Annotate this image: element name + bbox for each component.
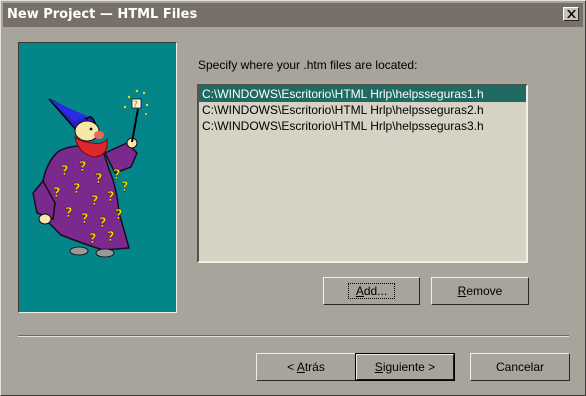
footer-separator [18,335,569,337]
svg-text:?: ? [107,230,115,245]
next-button-label: Siguiente > [374,360,436,374]
svg-text:?: ? [91,194,99,209]
svg-text:?: ? [113,168,121,183]
svg-text:?: ? [79,160,87,175]
close-icon [567,10,576,18]
wizard-illustration: ? ? ? ? ? ? ? ? ? ? ? ? ? ? ? ? [18,42,177,313]
svg-text:?: ? [121,180,129,195]
list-item[interactable]: C:\WINDOWS\Escritorio\HTML Hrlp\helpsseg… [199,86,526,102]
add-button-label: Add... [347,283,396,299]
html-files-list[interactable]: C:\WINDOWS\Escritorio\HTML Hrlp\helpsseg… [197,84,528,263]
svg-text:?: ? [61,164,69,179]
wizard-icon: ? ? ? ? ? ? ? ? ? ? ? ? ? ? ? ? [32,89,149,258]
cancel-button[interactable]: Cancelar [470,353,570,381]
svg-text:?: ? [99,216,107,231]
location-prompt: Specify where your .htm files are locate… [198,58,418,72]
svg-text:?: ? [73,182,81,197]
add-button[interactable]: Add... [323,277,420,305]
title-bar[interactable]: New Project — HTML Files [3,3,583,27]
svg-text:?: ? [133,100,138,110]
dialog-window: New Project — HTML Files ? ? ? ? ? ? ? ?… [0,0,586,396]
svg-text:?: ? [53,186,61,201]
svg-text:?: ? [65,206,73,221]
back-button-label: < Atrás [287,360,325,374]
window-title: New Project — HTML Files [7,7,198,22]
svg-text:?: ? [95,172,103,187]
cancel-button-label: Cancelar [495,360,545,374]
svg-text:?: ? [89,232,97,247]
close-button[interactable] [563,7,579,21]
svg-text:?: ? [115,208,123,223]
list-item[interactable]: C:\WINDOWS\Escritorio\HTML Hrlp\helpsseg… [199,102,526,118]
next-button[interactable]: Siguiente > [355,353,455,381]
back-button[interactable]: < Atrás [256,353,356,381]
remove-button[interactable]: Remove [431,277,529,305]
svg-text:?: ? [81,212,89,227]
svg-text:?: ? [107,190,115,205]
list-item[interactable]: C:\WINDOWS\Escritorio\HTML Hrlp\helpsseg… [199,118,526,134]
remove-button-label: Remove [457,284,503,298]
